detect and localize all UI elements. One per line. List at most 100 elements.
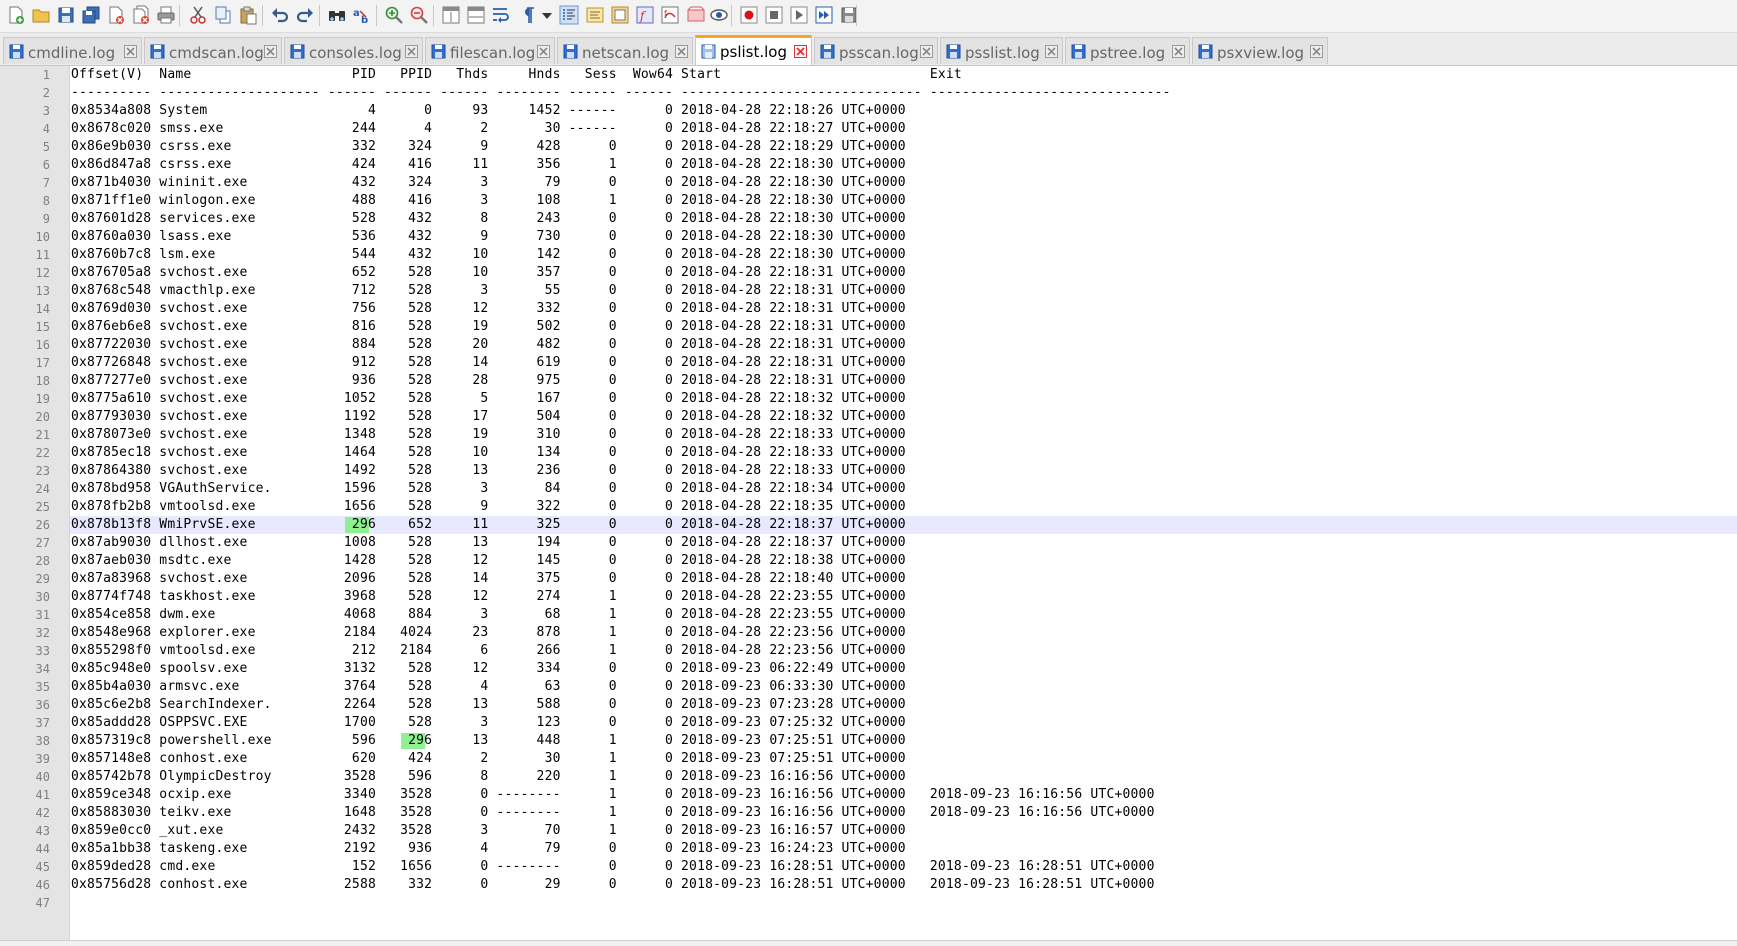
text-line[interactable]: 0x85c948e0 spoolsv.exe 3132 528 12 334 0… <box>70 660 1737 678</box>
text-line[interactable]: 0x87722030 svchost.exe 884 528 20 482 0 … <box>70 336 1737 354</box>
show-all-characters-icon[interactable] <box>518 5 538 25</box>
text-line[interactable]: 0x85756d28 conhost.exe 2588 332 0 29 0 0… <box>70 876 1737 894</box>
print-icon[interactable] <box>156 5 176 25</box>
tab-close-icon[interactable] <box>537 45 550 58</box>
tab-close-icon[interactable] <box>1045 45 1058 58</box>
text-line[interactable]: 0x857319c8 powershell.exe 596 296 13 448… <box>70 732 1737 750</box>
play-macro-icon[interactable] <box>789 5 809 25</box>
stop-macro-icon[interactable] <box>764 5 784 25</box>
text-line[interactable]: 0x859ce348 ocxip.exe 3340 3528 0 -------… <box>70 786 1737 804</box>
text-line[interactable]: Offset(V) Name PID PPID Thds Hnds Sess W… <box>70 66 1737 84</box>
monitoring-icon[interactable] <box>709 5 729 25</box>
text-line[interactable]: ---------- -------------------- ------ -… <box>70 84 1737 102</box>
tab-close-icon[interactable] <box>1310 45 1323 58</box>
text-line[interactable]: 0x85742b78 OlympicDestroy 3528 596 8 220… <box>70 768 1737 786</box>
text-line[interactable]: 0x87726848 svchost.exe 912 528 14 619 0 … <box>70 354 1737 372</box>
word-wrap-icon[interactable] <box>491 5 511 25</box>
text-line[interactable]: 0x85883030 teikv.exe 1648 3528 0 -------… <box>70 804 1737 822</box>
text-line[interactable] <box>70 894 1737 912</box>
text-line[interactable]: 0x855298f0 vmtoolsd.exe 212 2184 6 266 1… <box>70 642 1737 660</box>
open-file-icon[interactable] <box>31 5 51 25</box>
tab-filescan-log[interactable]: filescan.log <box>425 37 555 64</box>
run-macro-multiple-icon[interactable] <box>814 5 834 25</box>
text-line[interactable]: 0x85a1bb38 taskeng.exe 2192 936 4 79 0 0… <box>70 840 1737 858</box>
text-line[interactable]: 0x876705a8 svchost.exe 652 528 10 357 0 … <box>70 264 1737 282</box>
cut-icon[interactable] <box>188 5 208 25</box>
text-line[interactable]: 0x86d847a8 csrss.exe 424 416 11 356 1 0 … <box>70 156 1737 174</box>
document-list-icon[interactable] <box>686 5 706 25</box>
tab-pslist-log[interactable]: pslist.log <box>695 35 812 65</box>
close-icon[interactable] <box>106 5 126 25</box>
sync-vertical-icon[interactable] <box>441 5 461 25</box>
tab-close-icon[interactable] <box>675 45 688 58</box>
tab-cmdline-log[interactable]: cmdline.log <box>3 37 142 64</box>
text-line[interactable]: 0x87aeb030 msdtc.exe 1428 528 12 145 0 0… <box>70 552 1737 570</box>
record-macro-icon[interactable] <box>739 5 759 25</box>
text-line[interactable]: 0x85b4a030 armsvc.exe 3764 528 4 63 0 0 … <box>70 678 1737 696</box>
close-all-icon[interactable] <box>131 5 151 25</box>
text-line[interactable]: 0x85addd28 OSPPSVC.EXE 1700 528 3 123 0 … <box>70 714 1737 732</box>
tab-consoles-log[interactable]: consoles.log <box>284 37 423 64</box>
text-line[interactable]: 0x87a83968 svchost.exe 2096 528 14 375 0… <box>70 570 1737 588</box>
editor[interactable]: 1 2 3 4 5 6 7 8 9 10 11 12 13 14 15 16 17 18 19 20 21 22 23 24 2… <box>0 66 1737 945</box>
sync-horizontal-icon[interactable] <box>466 5 486 25</box>
text-line[interactable]: 0x8548e968 explorer.exe 2184 4024 23 878… <box>70 624 1737 642</box>
paste-icon[interactable] <box>238 5 258 25</box>
text-line[interactable]: 0x8678c020 smss.exe 244 4 2 30 ------ 0 … <box>70 120 1737 138</box>
text-line[interactable]: 0x86e9b030 csrss.exe 332 324 9 428 0 0 2… <box>70 138 1737 156</box>
text-line[interactable]: 0x8760a030 lsass.exe 536 432 9 730 0 0 2… <box>70 228 1737 246</box>
tab-psscan-log[interactable]: psscan.log <box>814 37 938 64</box>
text-line[interactable]: 0x871ff1e0 winlogon.exe 488 416 3 108 1 … <box>70 192 1737 210</box>
tab-cmdscan-log[interactable]: cmdscan.log <box>144 37 282 64</box>
zoom-out-icon[interactable] <box>409 5 429 25</box>
tab-close-icon[interactable] <box>794 45 807 58</box>
tab-close-icon[interactable] <box>405 45 418 58</box>
text-line[interactable]: 0x87864380 svchost.exe 1492 528 13 236 0… <box>70 462 1737 480</box>
zoom-in-icon[interactable] <box>384 5 404 25</box>
copy-icon[interactable] <box>213 5 233 25</box>
tab-close-icon[interactable] <box>1172 45 1185 58</box>
text-line[interactable]: 0x85c6e2b8 SearchIndexer. 2264 528 13 58… <box>70 696 1737 714</box>
text-line[interactable]: 0x8768c548 vmacthlp.exe 712 528 3 55 0 0… <box>70 282 1737 300</box>
text-area[interactable]: Offset(V) Name PID PPID Thds Hnds Sess W… <box>70 66 1737 945</box>
save-icon[interactable] <box>56 5 76 25</box>
doc-map-icon[interactable] <box>610 5 630 25</box>
indent-guide-icon[interactable] <box>559 5 579 25</box>
text-line[interactable]: 0x859e0cc0 _xut.exe 2432 3528 3 70 1 0 2… <box>70 822 1737 840</box>
tab-psslist-log[interactable]: psslist.log <box>940 37 1063 64</box>
tab-pstree-log[interactable]: pstree.log <box>1065 37 1190 64</box>
text-line[interactable]: 0x8774f748 taskhost.exe 3968 528 12 274 … <box>70 588 1737 606</box>
text-line[interactable]: 0x878b13f8 WmiPrvSE.exe 296 652 11 325 0… <box>70 516 1737 534</box>
text-line[interactable]: 0x878073e0 svchost.exe 1348 528 19 310 0… <box>70 426 1737 444</box>
text-line[interactable]: 0x87ab9030 dllhost.exe 1008 528 13 194 0… <box>70 534 1737 552</box>
tab-psxview-log[interactable]: psxview.log <box>1192 37 1328 64</box>
text-line[interactable]: 0x871b4030 wininit.exe 432 324 3 79 0 0 … <box>70 174 1737 192</box>
text-line[interactable]: 0x876eb6e8 svchost.exe 816 528 19 502 0 … <box>70 318 1737 336</box>
text-line[interactable]: 0x878bd958 VGAuthService. 1596 528 3 84 … <box>70 480 1737 498</box>
text-line[interactable]: 0x8775a610 svchost.exe 1052 528 5 167 0 … <box>70 390 1737 408</box>
dropdown-icon[interactable] <box>537 5 557 25</box>
save-all-icon[interactable] <box>81 5 101 25</box>
text-line[interactable]: 0x8785ec18 svchost.exe 1464 528 10 134 0… <box>70 444 1737 462</box>
user-language-icon[interactable] <box>585 5 605 25</box>
function-list-icon[interactable]: f <box>635 5 655 25</box>
redo-icon[interactable] <box>295 5 315 25</box>
tab-netscan-log[interactable]: netscan.log <box>557 37 693 64</box>
folder-as-workspace-icon[interactable]: f <box>660 5 680 25</box>
new-file-icon[interactable] <box>6 5 26 25</box>
text-line[interactable]: 0x859ded28 cmd.exe 152 1656 0 -------- 0… <box>70 858 1737 876</box>
find-icon[interactable] <box>327 5 347 25</box>
tab-close-icon[interactable] <box>124 45 137 58</box>
undo-icon[interactable] <box>270 5 290 25</box>
tab-close-icon[interactable] <box>920 45 933 58</box>
text-line[interactable]: 0x8760b7c8 lsm.exe 544 432 10 142 0 0 20… <box>70 246 1737 264</box>
text-line[interactable]: 0x878fb2b8 vmtoolsd.exe 1656 528 9 322 0… <box>70 498 1737 516</box>
text-line[interactable]: 0x854ce858 dwm.exe 4068 884 3 68 1 0 201… <box>70 606 1737 624</box>
text-line[interactable]: 0x87793030 svchost.exe 1192 528 17 504 0… <box>70 408 1737 426</box>
text-line[interactable]: 0x857148e8 conhost.exe 620 424 2 30 1 0 … <box>70 750 1737 768</box>
text-line[interactable]: 0x87601d28 services.exe 528 432 8 243 0 … <box>70 210 1737 228</box>
text-line[interactable]: 0x877277e0 svchost.exe 936 528 28 975 0 … <box>70 372 1737 390</box>
tab-close-icon[interactable] <box>264 45 277 58</box>
replace-icon[interactable]: ab <box>352 5 372 25</box>
text-line[interactable]: 0x8534a808 System 4 0 93 1452 ------ 0 2… <box>70 102 1737 120</box>
